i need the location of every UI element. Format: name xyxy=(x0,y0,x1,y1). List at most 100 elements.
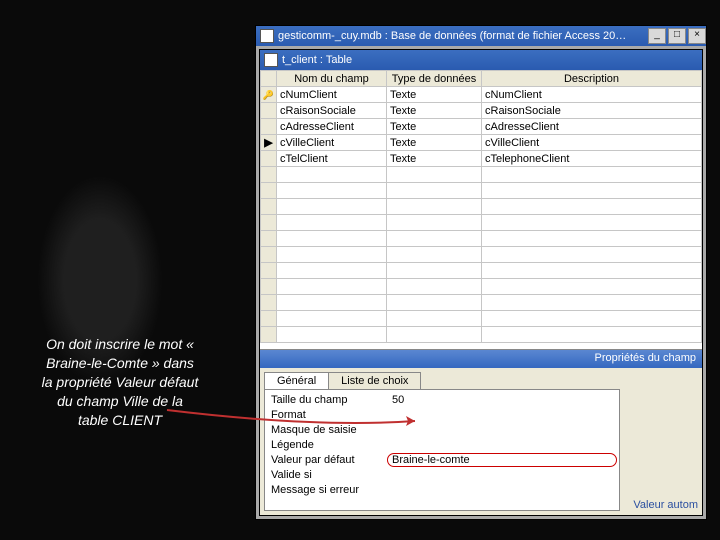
row-selector[interactable]: ▶ xyxy=(261,135,277,151)
col-header-desc[interactable]: Description xyxy=(482,71,702,87)
empty-cell[interactable] xyxy=(387,311,482,327)
prop-label: Valeur par défaut xyxy=(267,454,387,466)
prop-label: Masque de saisie xyxy=(267,424,387,436)
empty-cell[interactable] xyxy=(277,215,387,231)
cell-desc[interactable]: cRaisonSociale xyxy=(482,103,702,119)
cell-name[interactable]: cAdresseClient xyxy=(277,119,387,135)
empty-cell[interactable] xyxy=(387,215,482,231)
cell-name[interactable]: cVilleClient xyxy=(277,135,387,151)
inner-title-text: t_client : Table xyxy=(282,54,352,66)
close-button[interactable]: × xyxy=(688,28,706,44)
minimize-button[interactable]: _ xyxy=(648,28,666,44)
empty-cell[interactable] xyxy=(482,183,702,199)
col-header-type[interactable]: Type de données xyxy=(387,71,482,87)
empty-cell[interactable] xyxy=(387,247,482,263)
field-grid[interactable]: Nom du champ Type de données Description… xyxy=(260,70,702,350)
row-selector[interactable] xyxy=(261,215,277,231)
prop-value[interactable]: 50 xyxy=(387,393,617,407)
empty-cell[interactable] xyxy=(277,327,387,343)
properties-list: Taille du champ50Format Masque de saisie L… xyxy=(264,389,620,511)
inner-titlebar: t_client : Table xyxy=(260,50,702,70)
empty-cell[interactable] xyxy=(387,327,482,343)
row-selector[interactable] xyxy=(261,199,277,215)
prop-label: Format xyxy=(267,409,387,421)
empty-cell[interactable] xyxy=(387,279,482,295)
empty-cell[interactable] xyxy=(482,167,702,183)
col-header-name[interactable]: Nom du champ xyxy=(277,71,387,87)
empty-cell[interactable] xyxy=(387,199,482,215)
empty-cell[interactable] xyxy=(387,231,482,247)
empty-cell[interactable] xyxy=(482,247,702,263)
cell-name[interactable]: cRaisonSociale xyxy=(277,103,387,119)
empty-cell[interactable] xyxy=(482,199,702,215)
row-selector[interactable] xyxy=(261,295,277,311)
empty-cell[interactable] xyxy=(482,215,702,231)
row-selector[interactable] xyxy=(261,151,277,167)
cell-type[interactable]: Texte xyxy=(387,103,482,119)
cell-desc[interactable]: cVilleClient xyxy=(482,135,702,151)
row-selector[interactable] xyxy=(261,327,277,343)
empty-cell[interactable] xyxy=(277,311,387,327)
row-selector[interactable] xyxy=(261,103,277,119)
cell-type[interactable]: Texte xyxy=(387,87,482,103)
prop-value[interactable] xyxy=(387,474,617,476)
empty-cell[interactable] xyxy=(482,327,702,343)
maximize-button[interactable]: □ xyxy=(668,28,686,44)
prop-label: Légende xyxy=(267,439,387,451)
empty-cell[interactable] xyxy=(482,279,702,295)
empty-cell[interactable] xyxy=(277,183,387,199)
row-selector[interactable] xyxy=(261,231,277,247)
cell-name[interactable]: cTelClient xyxy=(277,151,387,167)
row-selector[interactable] xyxy=(261,263,277,279)
empty-cell[interactable] xyxy=(482,295,702,311)
primary-key-icon: 🔑 xyxy=(263,90,274,100)
empty-cell[interactable] xyxy=(387,263,482,279)
empty-cell[interactable] xyxy=(277,231,387,247)
outer-title-text: gesticomm-_cuy.mdb : Base de données (fo… xyxy=(278,30,626,42)
annotation-text: On doit inscrire le mot « Braine-le-Comt… xyxy=(40,335,200,429)
cell-name[interactable]: cNumClient xyxy=(277,87,387,103)
prop-value[interactable] xyxy=(387,414,617,416)
empty-cell[interactable] xyxy=(277,199,387,215)
tab-general[interactable]: Général xyxy=(264,372,329,389)
prop-label: Message si erreur xyxy=(267,484,387,496)
empty-cell[interactable] xyxy=(277,247,387,263)
empty-cell[interactable] xyxy=(387,183,482,199)
cell-desc[interactable]: cTelephoneClient xyxy=(482,151,702,167)
row-selector[interactable] xyxy=(261,311,277,327)
prop-value[interactable] xyxy=(387,489,617,491)
prop-label: Taille du champ xyxy=(267,394,387,406)
prop-value-default[interactable]: Braine-le-comte xyxy=(387,453,617,467)
table-icon xyxy=(264,53,278,67)
property-hint: Valeur autom xyxy=(620,368,702,515)
empty-cell[interactable] xyxy=(277,295,387,311)
empty-cell[interactable] xyxy=(482,263,702,279)
empty-cell[interactable] xyxy=(482,231,702,247)
empty-cell[interactable] xyxy=(277,263,387,279)
cell-type[interactable]: Texte xyxy=(387,135,482,151)
empty-cell[interactable] xyxy=(387,295,482,311)
row-selector[interactable]: 🔑 xyxy=(261,87,277,103)
row-selector[interactable] xyxy=(261,279,277,295)
cell-desc[interactable]: cAdresseClient xyxy=(482,119,702,135)
row-selector[interactable] xyxy=(261,119,277,135)
empty-cell[interactable] xyxy=(277,167,387,183)
properties-pane: Général Liste de choix Taille du champ50… xyxy=(260,368,702,515)
row-selector[interactable] xyxy=(261,167,277,183)
cell-type[interactable]: Texte xyxy=(387,119,482,135)
prop-value[interactable] xyxy=(387,429,617,431)
empty-cell[interactable] xyxy=(387,167,482,183)
empty-cell[interactable] xyxy=(482,311,702,327)
cell-type[interactable]: Texte xyxy=(387,151,482,167)
row-selector[interactable] xyxy=(261,247,277,263)
prop-value[interactable] xyxy=(387,444,617,446)
table-design-window: t_client : Table Nom du champ Type de do… xyxy=(259,49,703,516)
empty-cell[interactable] xyxy=(277,279,387,295)
outer-titlebar: gesticomm-_cuy.mdb : Base de données (fo… xyxy=(256,26,706,46)
access-outer-window: gesticomm-_cuy.mdb : Base de données (fo… xyxy=(255,25,707,520)
prop-label: Valide si xyxy=(267,469,387,481)
tab-lookup[interactable]: Liste de choix xyxy=(328,372,421,389)
access-app-icon xyxy=(260,29,274,43)
cell-desc[interactable]: cNumClient xyxy=(482,87,702,103)
row-selector[interactable] xyxy=(261,183,277,199)
